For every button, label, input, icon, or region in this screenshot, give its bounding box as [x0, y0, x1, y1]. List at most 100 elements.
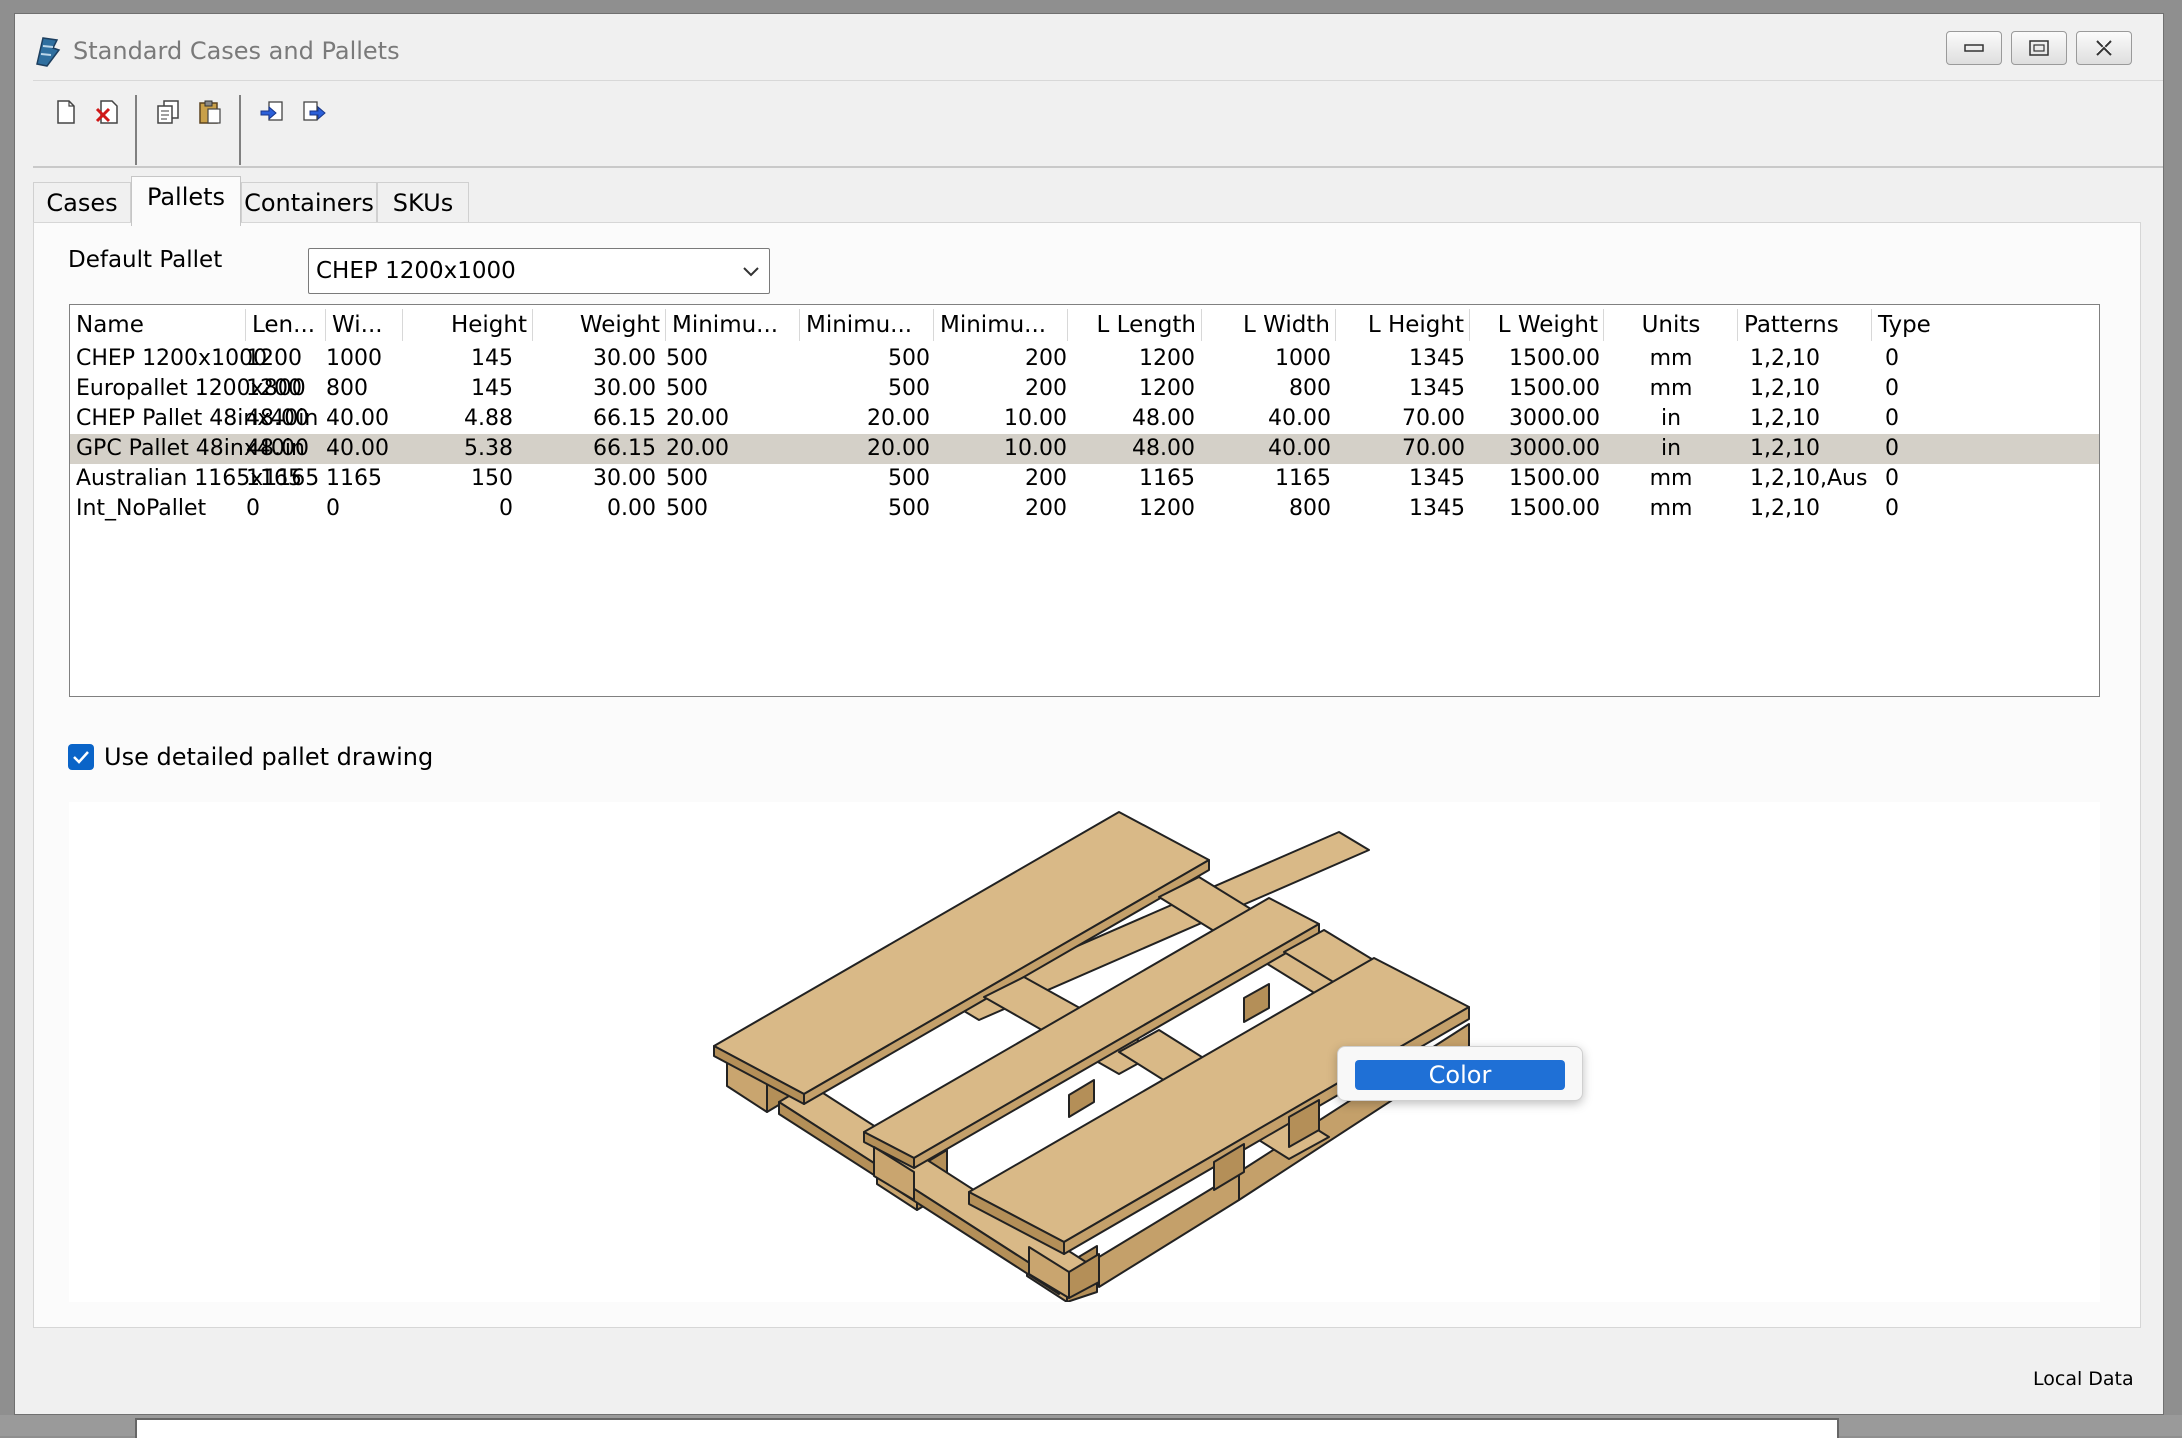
- table-cell: mm: [1649, 496, 1693, 521]
- tab-skus[interactable]: SKUs: [377, 182, 469, 222]
- table-cell: 5.38: [464, 436, 513, 461]
- table-row[interactable]: GPC Pallet 48inx40in 48.00 40.00 5.38 66.15 2…: [70, 434, 2099, 464]
- table-cell: 1200: [246, 346, 302, 371]
- column-divider[interactable]: [532, 309, 533, 341]
- table-cell: CHEP 1200x1000: [76, 346, 268, 371]
- toolbar-separator: [135, 95, 137, 165]
- column-header[interactable]: Patterns: [1738, 305, 1872, 343]
- table-cell: 1000: [326, 346, 382, 371]
- tab-cases[interactable]: Cases: [33, 182, 131, 222]
- column-divider[interactable]: [1201, 309, 1202, 341]
- table-cell: 20.00: [867, 436, 930, 461]
- toolbar: [33, 80, 2163, 167]
- table-cell: in: [1660, 406, 1682, 431]
- default-pallet-select[interactable]: CHEP 1200x1000: [308, 248, 770, 294]
- context-menu: Color: [1337, 1046, 1583, 1101]
- column-header[interactable]: Minimu...: [934, 305, 1068, 343]
- table-cell: 1200: [246, 376, 302, 401]
- table-cell: 66.15: [593, 406, 656, 431]
- table-row[interactable]: Europallet 1200x800 1200 800 145 30.00 500 500…: [70, 374, 2099, 404]
- table-cell: 200: [1025, 376, 1067, 401]
- column-divider[interactable]: [245, 309, 246, 341]
- minimize-button[interactable]: [1946, 31, 2002, 65]
- import-button[interactable]: [257, 97, 287, 127]
- new-icon: [57, 100, 75, 124]
- table-cell: 145: [471, 346, 513, 371]
- table-cell: 0: [1885, 406, 1899, 431]
- column-divider[interactable]: [1469, 309, 1470, 341]
- table-cell: 200: [1025, 346, 1067, 371]
- table-cell: 0: [326, 496, 340, 521]
- table-cell: in: [1660, 436, 1682, 461]
- table-cell: 40.00: [326, 436, 389, 461]
- detailed-drawing-checkbox[interactable]: [68, 744, 94, 770]
- table-cell: 0: [1885, 346, 1899, 371]
- table-cell: 3000.00: [1509, 436, 1600, 461]
- table-cell: 48.00: [1132, 406, 1195, 431]
- copy-icon: [157, 100, 179, 124]
- table-row[interactable]: CHEP Pallet 48inx40in 48.00 40.00 4.88 66.15…: [70, 404, 2099, 434]
- column-divider[interactable]: [1603, 309, 1604, 341]
- table-row[interactable]: CHEP 1200x1000 1200 1000 145 30.00 500 500 200 1…: [70, 344, 2099, 374]
- table-cell: 200: [1025, 466, 1067, 491]
- close-button[interactable]: [2076, 31, 2132, 65]
- column-divider[interactable]: [1335, 309, 1336, 341]
- detailed-drawing-option[interactable]: Use detailed pallet drawing: [68, 742, 433, 772]
- default-pallet-label: Default Pallet: [68, 247, 223, 273]
- table-cell: 10.00: [1004, 406, 1067, 431]
- delete-button[interactable]: [93, 97, 123, 127]
- export-button[interactable]: [299, 97, 329, 127]
- table-cell: 48.00: [1132, 436, 1195, 461]
- column-divider[interactable]: [1871, 309, 1872, 341]
- copy-button[interactable]: [153, 97, 183, 127]
- context-menu-color[interactable]: Color: [1355, 1060, 1565, 1090]
- table-cell: 1345: [1409, 346, 1465, 371]
- table-cell: 1165: [326, 466, 382, 491]
- tab-pallets[interactable]: Pallets: [131, 176, 241, 226]
- tab-strip: [33, 166, 2163, 168]
- column-header[interactable]: Units: [1604, 305, 1738, 343]
- table-cell: 10.00: [1004, 436, 1067, 461]
- delete-icon: [95, 100, 118, 124]
- paste-button[interactable]: [195, 97, 225, 127]
- title-bar[interactable]: Standard Cases and Pallets: [15, 14, 2163, 76]
- column-divider[interactable]: [402, 309, 403, 341]
- column-header[interactable]: L Width: [1202, 305, 1336, 343]
- column-divider[interactable]: [799, 309, 800, 341]
- table-cell: 145: [471, 376, 513, 401]
- pallet-preview-canvas[interactable]: [69, 802, 2100, 1303]
- column-header[interactable]: Height: [403, 305, 533, 343]
- table-cell: 4.88: [464, 406, 513, 431]
- column-header[interactable]: Name: [70, 305, 246, 343]
- column-header[interactable]: Type: [1872, 305, 1972, 343]
- table-cell: 500: [888, 496, 930, 521]
- minimize-icon: [1964, 44, 1984, 52]
- column-header[interactable]: Minimu...: [800, 305, 934, 343]
- column-header[interactable]: Minimu...: [666, 305, 800, 343]
- column-header[interactable]: L Height: [1336, 305, 1470, 343]
- column-divider[interactable]: [325, 309, 326, 341]
- main-window: Standard Cases and Pallets Cases Pallets…: [14, 13, 2164, 1415]
- table-cell: 3000.00: [1509, 406, 1600, 431]
- table-cell: 20.00: [666, 436, 729, 461]
- table-cell: 20.00: [867, 406, 930, 431]
- table-row[interactable]: Int_NoPallet 0 0 0 0.00 500 500 200 1200 800 1345 1…: [70, 494, 2099, 524]
- pallets-table[interactable]: Name Len... Wi... Height Weight Minimu... Mini…: [69, 304, 2100, 697]
- table-cell: 1165: [1275, 466, 1331, 491]
- column-divider[interactable]: [1067, 309, 1068, 341]
- tab-containers[interactable]: Containers: [241, 182, 377, 222]
- maximize-button[interactable]: [2011, 31, 2067, 65]
- column-header[interactable]: L Weight: [1470, 305, 1604, 343]
- table-row[interactable]: Australian 1165x1165 1165 1165 150 30.00 500 5…: [70, 464, 2099, 494]
- table-cell: 800: [1289, 376, 1331, 401]
- new-button[interactable]: [51, 97, 81, 127]
- table-cell: 30.00: [593, 346, 656, 371]
- column-header[interactable]: Weight: [533, 305, 666, 343]
- column-divider[interactable]: [933, 309, 934, 341]
- column-header[interactable]: L Length: [1068, 305, 1202, 343]
- table-cell: 800: [1289, 496, 1331, 521]
- column-divider[interactable]: [1737, 309, 1738, 341]
- column-header[interactable]: Len...: [246, 305, 326, 343]
- column-divider[interactable]: [665, 309, 666, 341]
- column-header[interactable]: Wi...: [326, 305, 403, 343]
